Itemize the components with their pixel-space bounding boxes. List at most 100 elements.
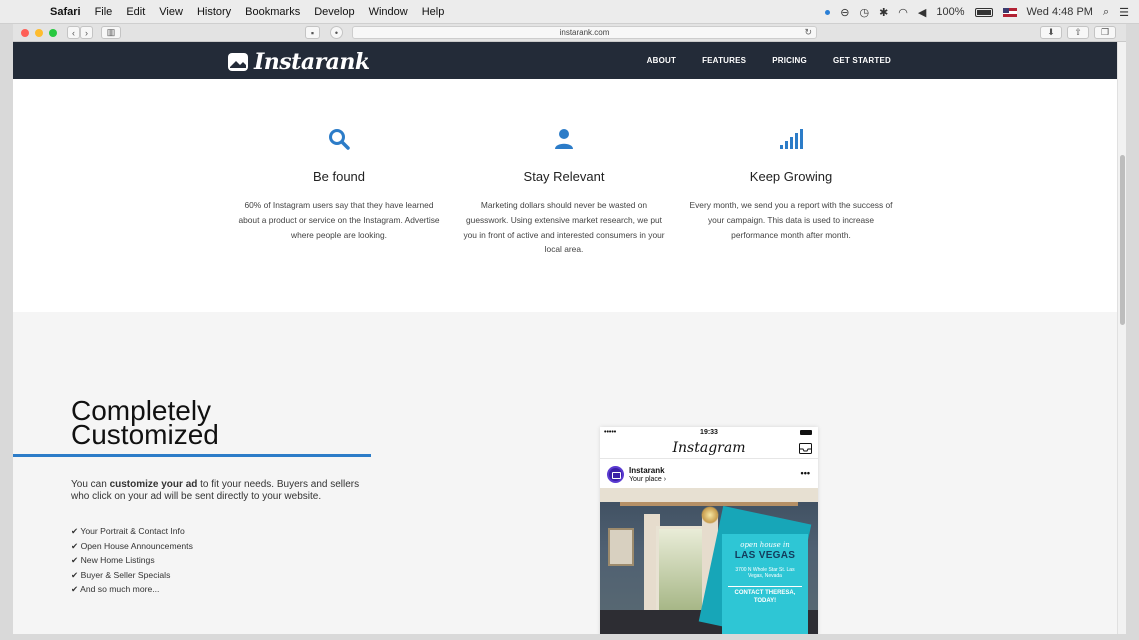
menu-edit[interactable]: Edit xyxy=(126,6,145,18)
nav-get-started[interactable]: GET STARTED xyxy=(833,56,891,65)
feature-title: Be found xyxy=(312,169,366,184)
page-scrollbar[interactable] xyxy=(1117,42,1126,634)
history-nav: ‹ › xyxy=(67,26,93,39)
card-contact: CONTACT THERESA, TODAY! xyxy=(728,586,802,605)
address-bar[interactable]: instarank.com ↻ xyxy=(352,26,817,39)
section-title: Completely Customized xyxy=(71,397,331,450)
spotlight-icon[interactable]: ⌕ xyxy=(1103,6,1109,19)
search-icon xyxy=(329,129,350,150)
tabs-overview-button[interactable]: ❐ xyxy=(1094,26,1116,39)
downloads-button[interactable]: ⬇ xyxy=(1040,26,1062,39)
open-house-card: open house in LAS VEGAS 3700 N Whole Sta… xyxy=(722,534,808,634)
feature-title: Stay Relevant xyxy=(523,169,605,184)
wifi-icon[interactable]: ◠ xyxy=(898,6,908,19)
card-address: 3700 N Whole Star St. Las Vegas, Nevada xyxy=(735,567,795,579)
post-image: open house in LAS VEGAS 3700 N Whole Sta… xyxy=(600,488,818,634)
adblock-extension-button[interactable]: • xyxy=(330,26,343,39)
site-logo[interactable]: Instarank xyxy=(227,49,370,75)
bluetooth-icon[interactable]: ✱ xyxy=(879,6,888,19)
volume-icon[interactable]: ◀ xyxy=(918,6,926,19)
section-divider xyxy=(13,454,371,457)
user-icon xyxy=(555,129,573,149)
feature-title: Keep Growing xyxy=(749,169,833,184)
minimize-window-button[interactable] xyxy=(35,28,43,37)
card-city: LAS VEGAS xyxy=(734,550,796,561)
feature-checklist: ✔ Your Portrait & Contact Info ✔ Open Ho… xyxy=(71,524,193,597)
nav-about[interactable]: ABOUT xyxy=(647,56,676,65)
battery-percent[interactable]: 100% xyxy=(936,6,964,18)
list-item: ✔ Buyer & Seller Specials xyxy=(71,569,171,580)
feature-text: Marketing dollars should never be wasted… xyxy=(463,200,665,255)
phone-status-bar: ••••• 19:33 xyxy=(600,427,818,439)
battery-icon[interactable] xyxy=(974,7,993,17)
download-icon: ⬇ xyxy=(1047,27,1055,37)
menu-window[interactable]: Window xyxy=(369,6,408,18)
chevron-right-icon: › xyxy=(85,27,88,38)
instagram-header: Instagram xyxy=(600,439,818,459)
desc-pre: You can xyxy=(71,479,110,490)
sidebar-button[interactable]: ▥ xyxy=(101,26,121,39)
phone-time: 19:33 xyxy=(700,429,718,436)
features-section: Be found 60% of Instagram users say that… xyxy=(13,79,1117,312)
scrollbar-thumb[interactable] xyxy=(1120,155,1125,325)
menu-file[interactable]: File xyxy=(95,6,113,18)
chandelier xyxy=(701,506,719,524)
post-header: Instarank Your place › ••• xyxy=(600,460,818,488)
inbox-icon xyxy=(799,443,812,454)
menu-safari[interactable]: Safari xyxy=(50,6,81,18)
window-controls xyxy=(21,28,57,37)
reload-icon[interactable]: ↻ xyxy=(804,27,812,38)
menu-history[interactable]: History xyxy=(197,6,231,18)
window-bottom-edge xyxy=(0,634,1139,640)
abp-icon: • xyxy=(334,27,339,38)
page-viewport: Instarank ABOUT FEATURES PRICING GET STA… xyxy=(13,42,1117,634)
back-button[interactable]: ‹ xyxy=(67,26,80,39)
time-machine-icon[interactable]: ◷ xyxy=(859,6,869,19)
menu-bookmarks[interactable]: Bookmarks xyxy=(245,6,300,18)
macos-menu-bar: Safari File Edit View History Bookmarks … xyxy=(0,0,1139,24)
signal-bars-icon xyxy=(780,129,803,149)
input-flag-icon[interactable] xyxy=(1002,7,1017,17)
focus-icon[interactable]: ⊖ xyxy=(840,6,849,19)
site-header: Instarank ABOUT FEATURES PRICING GET STA… xyxy=(13,42,1117,79)
menubar-clock[interactable]: Wed 4:48 PM xyxy=(1027,6,1093,18)
nav-pricing[interactable]: PRICING xyxy=(772,56,807,65)
list-item: ✔ Open House Announcements xyxy=(71,540,193,551)
lock-icon: ▪ xyxy=(310,27,315,38)
menu-view[interactable]: View xyxy=(159,6,183,18)
card-tagline: open house in xyxy=(740,541,790,549)
safari-toolbar: ‹ › ▥ ▪ • instarank.com ↻ ⬇ ⇧ ❐ xyxy=(13,24,1126,42)
instagram-wordmark: Instagram xyxy=(672,440,746,456)
forward-button[interactable]: › xyxy=(80,26,93,39)
list-item: ✔ Your Portrait & Contact Info xyxy=(71,526,185,536)
sidebar-icon: ▥ xyxy=(106,27,116,37)
menu-develop[interactable]: Develop xyxy=(314,6,354,18)
privacy-extension-button[interactable]: ▪ xyxy=(305,26,320,39)
tabs-icon: ❐ xyxy=(1100,27,1110,37)
room-ceiling xyxy=(600,488,818,502)
feature-text: Every month, we send you a report with t… xyxy=(689,200,893,240)
post-account-name: Instarank xyxy=(629,466,665,475)
main-nav: ABOUT FEATURES PRICING GET STARTED xyxy=(647,42,891,79)
notification-center-icon[interactable]: ☰ xyxy=(1119,6,1129,19)
post-location: Your place › xyxy=(629,476,667,483)
wall-frame xyxy=(608,528,634,566)
phone-battery-icon xyxy=(800,430,812,435)
share-button[interactable]: ⇧ xyxy=(1067,26,1089,39)
avatar xyxy=(607,466,624,483)
notification-dot-icon xyxy=(825,9,831,15)
section-description: You can customize your ad to fit your ne… xyxy=(71,479,371,503)
section-title-line2: Customized xyxy=(71,419,219,450)
menu-extras: ⊖ ◷ ✱ ◠ ◀ 100% Wed 4:48 PM ⌕ ☰ xyxy=(825,0,1129,24)
zoom-window-button[interactable] xyxy=(49,28,57,37)
logo-text: Instarank xyxy=(254,49,370,75)
feature-text: 60% of Instagram users say that they hav… xyxy=(238,200,440,240)
instagram-phone-mockup: ••••• 19:33 Instagram Instarank Your pla… xyxy=(600,427,818,634)
list-item: ✔ And so much more... xyxy=(71,584,160,595)
menu-help[interactable]: Help xyxy=(422,6,445,18)
close-window-button[interactable] xyxy=(21,28,29,37)
list-item: ✔ New Home Listings xyxy=(71,555,155,566)
nav-features[interactable]: FEATURES xyxy=(702,56,746,65)
toolbar-right-buttons: ⬇ ⇧ ❐ xyxy=(1040,26,1116,39)
logo-mark-icon xyxy=(228,53,248,71)
